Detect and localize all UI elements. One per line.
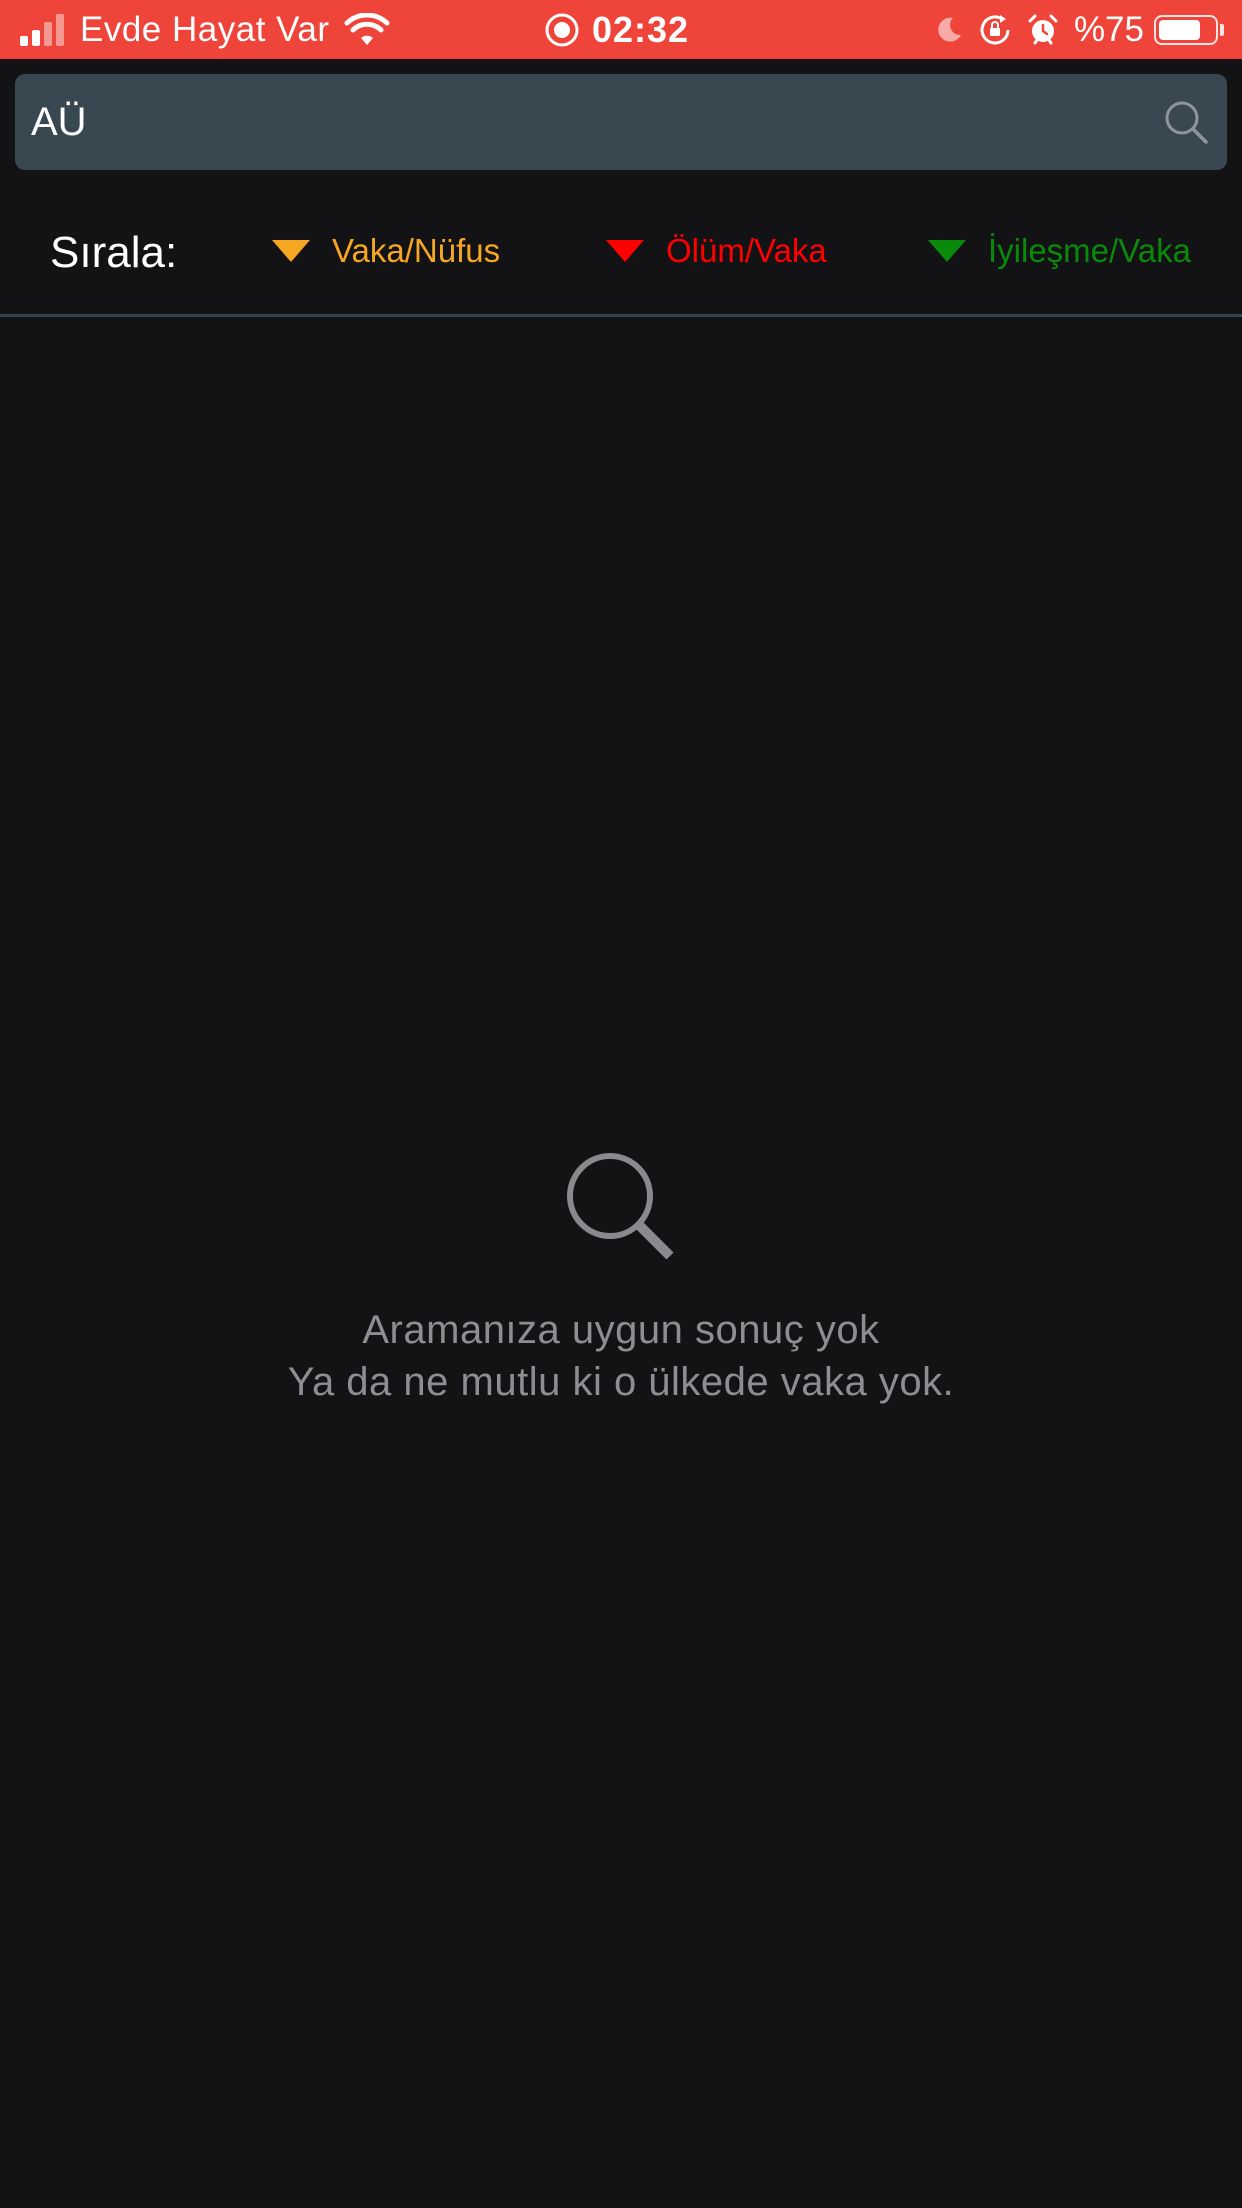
sort-option-label: İyileşme/Vaka — [988, 232, 1191, 269]
status-bar: Evde Hayat Var 02:32 %75 — [0, 0, 1242, 59]
rotation-lock-icon — [980, 14, 1010, 44]
sort-option-case-population[interactable]: Vaka/Nüfus — [272, 232, 500, 270]
moon-icon — [938, 17, 961, 42]
sort-option-label: Ölüm/Vaka — [666, 232, 827, 269]
sort-label: Sırala: — [50, 228, 178, 277]
status-bar-left: Evde Hayat Var — [20, 0, 390, 59]
wifi-icon — [344, 12, 390, 45]
triangle-down-icon — [928, 240, 966, 262]
search-icon[interactable] — [1161, 97, 1211, 147]
status-bar-center: 02:32 — [544, 0, 689, 59]
battery-icon — [1154, 14, 1218, 45]
search-icon — [567, 1153, 674, 1260]
sort-option-recovery-case[interactable]: İyileşme/Vaka — [928, 232, 1191, 270]
divider — [0, 314, 1242, 317]
empty-state-title: Aramanıza uygun sonuç yok — [362, 1308, 880, 1352]
sort-bar: Sırala: Vaka/Nüfus Ölüm/Vaka İyileşme/Va… — [0, 190, 1242, 316]
signal-icon — [20, 13, 64, 46]
triangle-down-icon — [272, 240, 310, 262]
search-input[interactable] — [31, 74, 1131, 170]
sort-option-label: Vaka/Nüfus — [332, 232, 501, 269]
battery-percent: %75 — [1073, 9, 1144, 49]
carrier-name: Evde Hayat Var — [80, 9, 330, 49]
triangle-down-icon — [606, 240, 644, 262]
search-bar[interactable] — [15, 74, 1227, 170]
battery-level — [1159, 19, 1200, 40]
sort-option-death-case[interactable]: Ölüm/Vaka — [606, 232, 827, 270]
screen-record-icon — [545, 13, 579, 46]
app-screen: Evde Hayat Var 02:32 %75 AÜ Sırala: Vaka… — [0, 0, 1242, 2208]
empty-state: Aramanıza uygun sonuç yok Ya da ne mutlu… — [0, 1150, 1242, 1408]
alarm-icon — [1028, 14, 1058, 44]
clock: 02:32 — [592, 8, 690, 50]
empty-state-subtitle: Ya da ne mutlu ki o ülkede vaka yok. — [287, 1360, 955, 1404]
battery-tip — [1220, 23, 1224, 36]
status-bar-right: %75 — [920, 0, 1224, 59]
